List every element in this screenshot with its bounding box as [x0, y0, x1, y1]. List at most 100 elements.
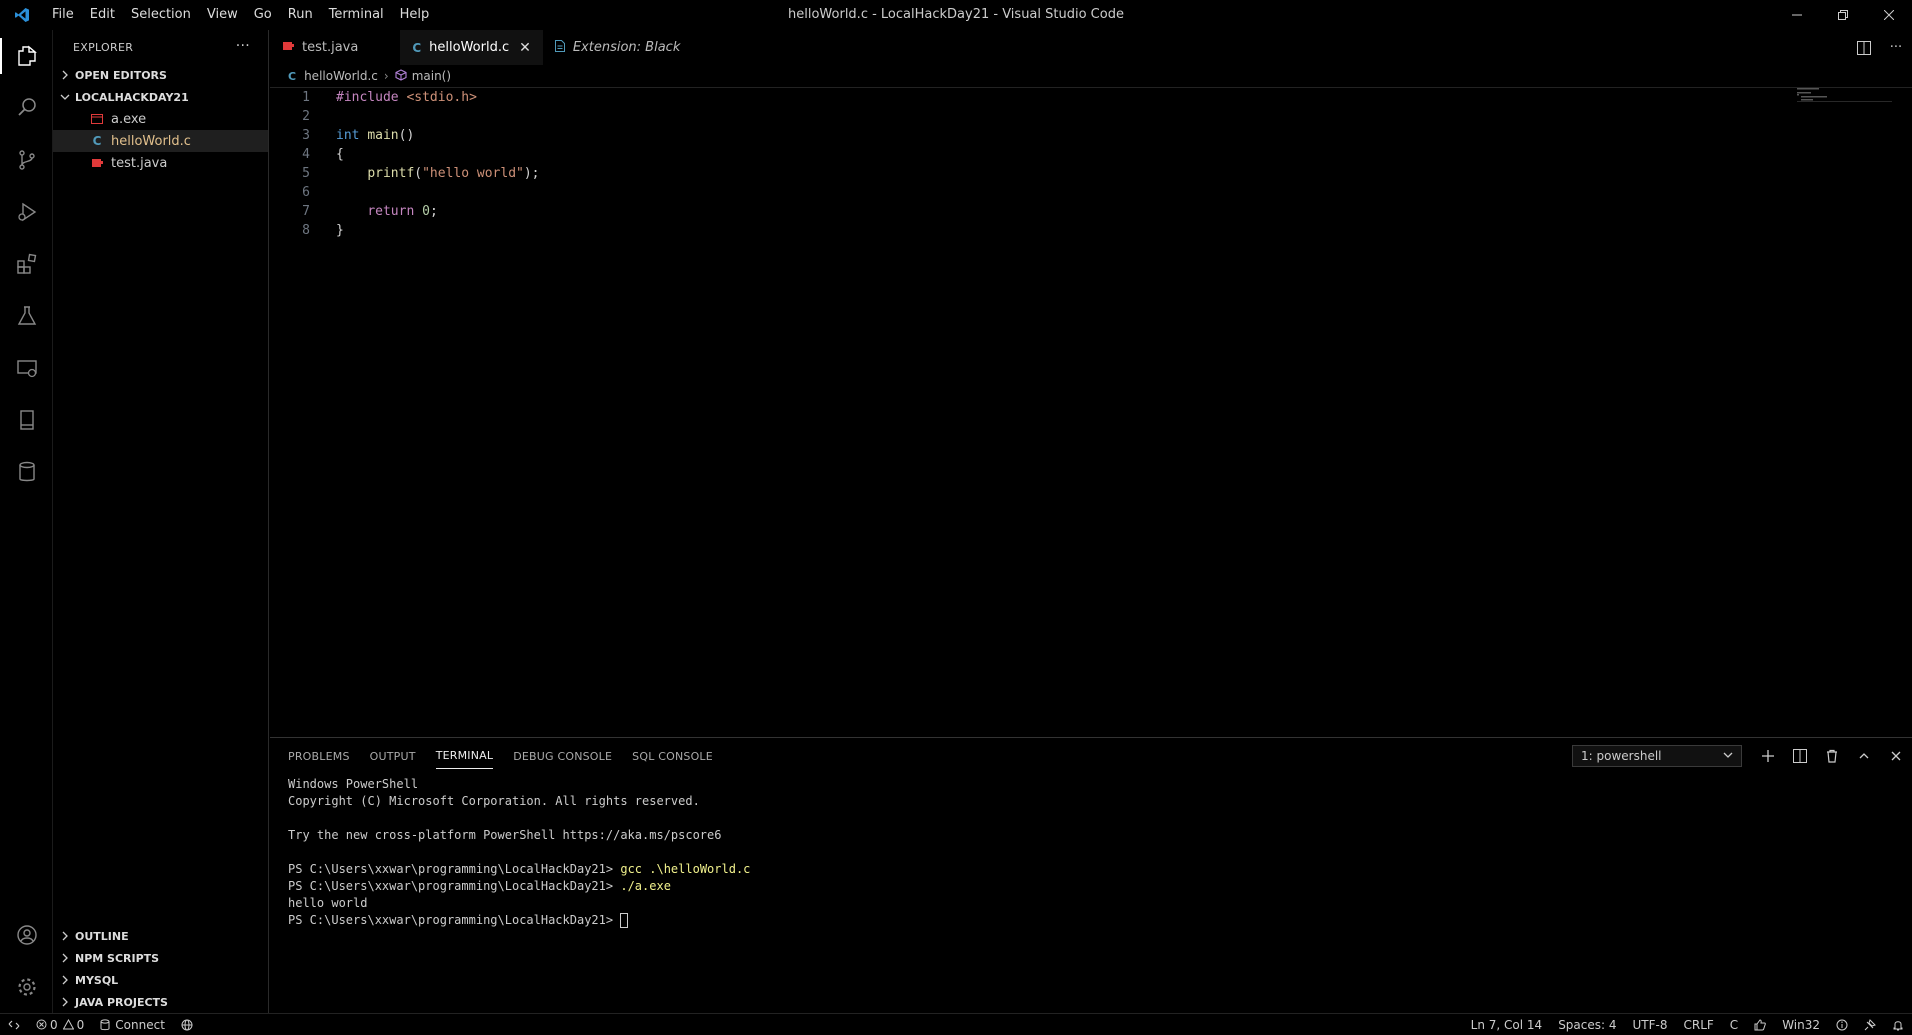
extensions-activity[interactable] [0, 238, 53, 290]
error-icon [36, 1019, 47, 1030]
tab-label: Extension: Black [572, 40, 681, 55]
globe-icon[interactable] [173, 1019, 201, 1031]
split-terminal-icon[interactable] [1784, 749, 1816, 763]
remote-explorer-activity[interactable] [0, 342, 53, 394]
search-activity[interactable] [0, 82, 53, 134]
file-item-a-exe[interactable]: a.exe [53, 108, 268, 130]
cursor-position[interactable]: Ln 7, Col 14 [1463, 1018, 1551, 1032]
outline-section[interactable]: OUTLINE [53, 925, 268, 947]
chevron-right-icon [57, 975, 73, 985]
flask-icon [17, 306, 36, 325]
tab-test-java[interactable]: test.java [270, 30, 400, 65]
terminal-prompt: PS C:\Users\xxwar\programming\LocalHackD… [288, 913, 621, 927]
database-icon [18, 461, 35, 482]
warning-count: 0 [76, 1017, 85, 1032]
breadcrumb-file[interactable]: helloWorld.c [304, 69, 378, 83]
tab-helloworld-c[interactable]: C helloWorld.c ✕ [400, 30, 543, 65]
code-line: 3 int main() [270, 126, 1912, 145]
book-activity[interactable] [0, 394, 53, 446]
platform[interactable]: Win32 [1774, 1018, 1828, 1032]
tab-problems[interactable]: PROBLEMS [288, 744, 350, 769]
file-name: test.java [111, 155, 168, 171]
java-projects-section[interactable]: JAVA PROJECTS [53, 991, 268, 1013]
terminal-line: Try the new cross-platform PowerShell ht… [288, 828, 722, 842]
end-of-line[interactable]: CRLF [1675, 1018, 1721, 1032]
chevron-up-icon[interactable] [1848, 750, 1880, 762]
minimap[interactable] [1797, 88, 1892, 108]
minimize-button[interactable] [1774, 0, 1820, 30]
menu-run[interactable]: Run [280, 0, 321, 30]
tab-sql-console[interactable]: SQL CONSOLE [632, 744, 713, 769]
title-bar: File Edit Selection View Go Run Terminal… [0, 0, 1912, 30]
terminal-command: gcc .\helloWorld.c [620, 862, 751, 876]
terminal-output[interactable]: Windows PowerShell Copyright (C) Microso… [270, 774, 1912, 929]
tab-output[interactable]: OUTPUT [370, 744, 416, 769]
close-window-button[interactable] [1866, 0, 1912, 30]
explorer-activity[interactable] [0, 30, 53, 82]
folder-section[interactable]: LOCALHACKDAY21 [53, 86, 268, 108]
manage-activity[interactable] [0, 961, 53, 1013]
more-actions-icon[interactable]: ··· [1880, 40, 1912, 55]
tab-extension-black[interactable]: Extension: Black [543, 30, 693, 65]
chevron-right-icon [57, 70, 73, 80]
chevron-right-icon [57, 931, 73, 941]
file-item-helloworld-c[interactable]: C helloWorld.c [53, 130, 268, 152]
menu-view[interactable]: View [199, 0, 246, 30]
section-label: OPEN EDITORS [75, 68, 167, 82]
terminal-select-value: 1: powershell [1581, 749, 1662, 763]
mysql-section[interactable]: MYSQL [53, 969, 268, 991]
problems-indicator[interactable]: 0 0 [28, 1018, 92, 1032]
file-item-test-java[interactable]: test.java [53, 152, 268, 174]
terminal-select[interactable]: 1: powershell [1572, 745, 1742, 767]
error-count: 0 [50, 1017, 58, 1032]
feedback-icon[interactable] [1856, 1019, 1884, 1031]
indentation[interactable]: Spaces: 4 [1550, 1018, 1624, 1032]
chevron-down-icon [1723, 749, 1733, 763]
menu-terminal[interactable]: Terminal [321, 0, 392, 30]
open-editors-section[interactable]: OPEN EDITORS [53, 64, 268, 86]
tab-debug-console[interactable]: DEBUG CONSOLE [513, 744, 612, 769]
section-label: NPM SCRIPTS [75, 951, 160, 965]
restore-button[interactable] [1820, 0, 1866, 30]
tab-label: helloWorld.c [429, 40, 510, 55]
database-activity[interactable] [0, 446, 53, 498]
terminal-line: hello world [288, 896, 368, 910]
remote-indicator[interactable] [0, 1019, 28, 1031]
code-line: 6 [270, 183, 1912, 202]
encoding[interactable]: UTF-8 [1625, 1018, 1676, 1032]
menu-help[interactable]: Help [392, 0, 438, 30]
source-control-activity[interactable] [0, 134, 53, 186]
npm-scripts-section[interactable]: NPM SCRIPTS [53, 947, 268, 969]
language-mode[interactable]: C [1722, 1018, 1746, 1032]
close-icon[interactable] [1880, 750, 1912, 762]
terminal-prompt: PS C:\Users\xxwar\programming\LocalHackD… [288, 879, 621, 893]
split-editor-icon[interactable] [1848, 40, 1880, 55]
accounts-activity[interactable] [0, 909, 53, 961]
explorer-sidebar: EXPLORER ··· OPEN EDITORS LOCALHACKDAY21… [53, 30, 269, 1013]
menu-edit[interactable]: Edit [82, 0, 123, 30]
plus-icon[interactable] [1752, 749, 1784, 763]
account-icon [16, 925, 37, 945]
tab-terminal[interactable]: TERMINAL [435, 743, 494, 769]
code-editor[interactable]: 1 #include <stdio.h> 2 3 int main() 4 { … [270, 87, 1912, 737]
menu-selection[interactable]: Selection [123, 0, 199, 30]
close-icon[interactable]: ✕ [519, 40, 531, 56]
thumbs-up-icon[interactable] [1746, 1019, 1774, 1031]
breadcrumb-symbol[interactable]: main() [412, 69, 451, 83]
testing-activity[interactable] [0, 290, 53, 342]
terminal-line: PS C:\Users\xxwar\programming\LocalHackD… [288, 861, 1912, 878]
info-icon[interactable] [1828, 1019, 1856, 1031]
line-code: printf("hello world"); [367, 166, 540, 181]
menu-file[interactable]: File [44, 0, 82, 30]
bell-icon[interactable] [1884, 1019, 1912, 1031]
more-actions-icon[interactable]: ··· [236, 38, 250, 54]
menu-go[interactable]: Go [246, 0, 280, 30]
connect-button[interactable]: Connect [92, 1018, 173, 1032]
line-number: 4 [302, 147, 310, 162]
chevron-right-icon [57, 953, 73, 963]
trash-icon[interactable] [1816, 749, 1848, 763]
database-icon [100, 1018, 110, 1030]
code-line: 4 { [270, 145, 1912, 164]
run-debug-activity[interactable] [0, 186, 53, 238]
